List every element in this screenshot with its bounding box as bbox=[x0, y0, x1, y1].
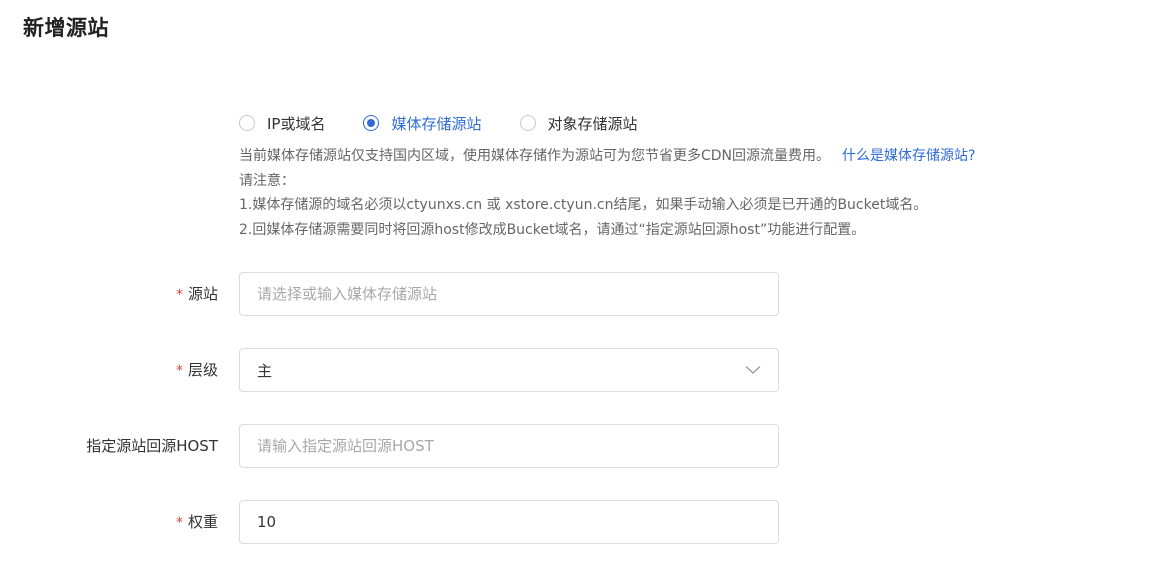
radio-circle-checked[interactable] bbox=[363, 115, 380, 131]
radio-circle[interactable] bbox=[519, 115, 536, 131]
required-star: * bbox=[175, 363, 183, 379]
weight-input-box[interactable] bbox=[239, 500, 779, 544]
host-label-text: 指定源站回源HOST bbox=[86, 437, 218, 455]
notes-intro-text: 当前媒体存储源站仅支持国内区域，使用媒体存储作为源站可为您节省更多CDN回源流量… bbox=[239, 148, 831, 164]
required-star: * bbox=[175, 515, 183, 531]
add-origin-page: 新增源站 IP或域名 媒体存储源站 对象存储源站 当前媒体存储源站仅支持国内区域… bbox=[0, 0, 1149, 564]
help-link[interactable]: 什么是媒体存储源站? bbox=[842, 148, 975, 164]
level-select-value: 主 bbox=[257, 361, 273, 380]
origin-input[interactable] bbox=[257, 285, 761, 303]
weight-label: * 权重 bbox=[176, 500, 218, 544]
radio-circle[interactable] bbox=[239, 115, 255, 131]
radio-media-storage[interactable]: 媒体存储源站 bbox=[363, 113, 482, 134]
media-storage-notes: 当前媒体存储源站仅支持国内区域，使用媒体存储作为源站可为您节省更多CDN回源流量… bbox=[239, 144, 975, 242]
notes-line-3: 1.媒体存储源的域名必须以ctyunxs.cn 或 xstore.ctyun.c… bbox=[239, 197, 928, 213]
origin-label-text: 源站 bbox=[187, 285, 218, 303]
form-row-weight: * 权重 bbox=[0, 500, 1149, 544]
origin-input-box[interactable] bbox=[239, 272, 779, 316]
chevron-down-icon[interactable] bbox=[745, 365, 761, 375]
notes-line-4: 2.回媒体存储源需要同时将回源host修改成Bucket域名，请通过“指定源站回… bbox=[239, 221, 866, 238]
radio-label: IP或域名 bbox=[267, 114, 326, 133]
weight-input[interactable] bbox=[257, 513, 761, 531]
radio-label: 媒体存储源站 bbox=[391, 114, 482, 133]
form-row-origin: * 源站 bbox=[0, 272, 1149, 316]
level-select[interactable]: 主 bbox=[239, 348, 779, 392]
radio-ip-or-domain[interactable]: IP或域名 bbox=[239, 113, 325, 134]
level-label: * 层级 bbox=[176, 348, 218, 392]
form-row-level: * 层级 主 bbox=[0, 348, 1149, 392]
form-row-host: 指定源站回源HOST bbox=[0, 424, 1149, 468]
radio-label: 对象存储源站 bbox=[547, 114, 638, 133]
host-label: 指定源站回源HOST bbox=[86, 424, 218, 468]
level-label-text: 层级 bbox=[187, 361, 218, 379]
weight-label-text: 权重 bbox=[187, 513, 218, 531]
required-star: * bbox=[175, 287, 183, 303]
origin-type-radio-group: IP或域名 媒体存储源站 对象存储源站 bbox=[239, 112, 638, 134]
host-input[interactable] bbox=[257, 437, 761, 455]
host-input-box[interactable] bbox=[239, 424, 779, 468]
origin-label: * 源站 bbox=[176, 272, 218, 316]
radio-object-storage[interactable]: 对象存储源站 bbox=[519, 113, 638, 134]
notes-line-1: 当前媒体存储源站仅支持国内区域，使用媒体存储作为源站可为您节省更多CDN回源流量… bbox=[239, 144, 975, 169]
page-title: 新增源站 bbox=[23, 16, 109, 40]
notes-line-2: 请注意： bbox=[239, 172, 295, 189]
